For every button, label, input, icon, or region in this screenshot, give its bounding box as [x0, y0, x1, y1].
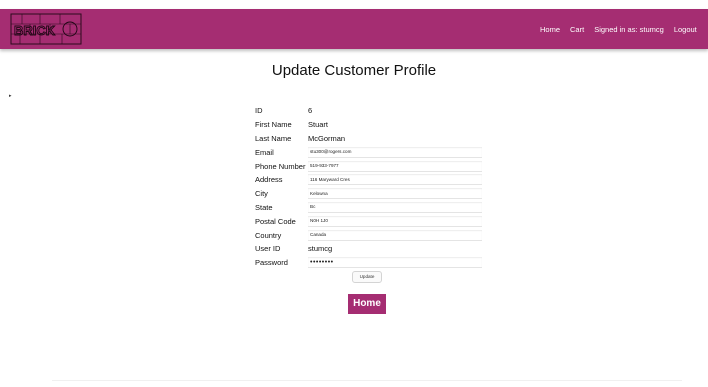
- row-postal: Postal Code: [253, 214, 482, 228]
- footer-divider: [52, 380, 682, 381]
- profile-form: ID 6 First Name Stuart Last Name McGorma…: [253, 104, 482, 270]
- postal-field[interactable]: [308, 215, 482, 227]
- svg-text:BRICK: BRICK: [14, 23, 56, 38]
- first-name-value: Stuart: [308, 120, 329, 130]
- top-navbar: BRICK Home Cart Signed in as: stumcg Log…: [0, 9, 708, 49]
- row-country: Country: [253, 228, 482, 242]
- id-value: 6: [308, 106, 313, 116]
- row-phone: Phone Number: [253, 159, 482, 173]
- password-field[interactable]: [308, 257, 482, 269]
- row-address: Address: [253, 173, 482, 187]
- state-field[interactable]: [308, 201, 482, 213]
- row-first-name: First Name Stuart: [253, 118, 482, 132]
- userid-label: User ID: [255, 244, 281, 254]
- nav-home-link[interactable]: Home: [540, 25, 560, 34]
- stray-mark: ▸: [9, 93, 12, 99]
- nav-cart-link[interactable]: Cart: [570, 25, 584, 34]
- city-label: City: [255, 189, 268, 199]
- id-label: ID: [255, 106, 263, 116]
- home-button[interactable]: Home: [348, 294, 386, 314]
- brick-logo[interactable]: BRICK: [10, 13, 82, 45]
- postal-label: Postal Code: [255, 216, 296, 226]
- signed-in-text: Signed in as: stumcg: [594, 24, 664, 34]
- email-label: Email: [255, 147, 274, 157]
- last-name-label: Last Name: [255, 133, 292, 143]
- country-label: Country: [255, 230, 282, 240]
- row-last-name: Last Name McGorman: [253, 132, 482, 146]
- userid-value: stumcg: [308, 244, 333, 254]
- state-label: State: [255, 202, 273, 212]
- update-button[interactable]: Update: [352, 271, 382, 283]
- row-state: State: [253, 201, 482, 215]
- password-label: Password: [255, 258, 288, 268]
- row-email: Email: [253, 145, 482, 159]
- row-password: Password: [253, 256, 482, 270]
- row-city: City: [253, 187, 482, 201]
- nav-logout-link[interactable]: Logout: [674, 25, 697, 34]
- row-id: ID 6: [253, 104, 482, 118]
- address-field[interactable]: [308, 174, 482, 186]
- row-userid: User ID stumcg: [253, 242, 482, 256]
- page-title: Update Customer Profile: [271, 62, 437, 79]
- last-name-value: McGorman: [308, 133, 346, 143]
- phone-label: Phone Number: [255, 161, 306, 171]
- nav-links: Home Cart Signed in as: stumcg Logout: [540, 9, 707, 49]
- email-field[interactable]: [308, 146, 482, 158]
- city-field[interactable]: [308, 188, 482, 200]
- address-label: Address: [255, 175, 283, 185]
- phone-field[interactable]: [308, 160, 482, 172]
- country-field[interactable]: [308, 229, 482, 241]
- first-name-label: First Name: [255, 120, 292, 130]
